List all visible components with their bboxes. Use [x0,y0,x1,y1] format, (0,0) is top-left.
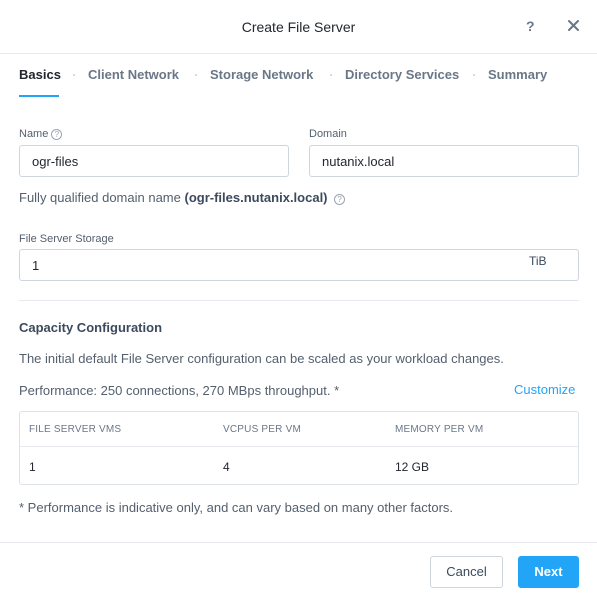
table-header: FILE SERVER VMS VCPUS PER VM MEMORY PER … [20,412,578,447]
help-icon[interactable]: ? [526,18,542,36]
storage-label: File Server Storage [19,233,114,245]
name-label-wrap: Name? [19,128,63,140]
domain-label: Domain [309,128,347,140]
fqdn-text: Fully qualified domain name (ogr-files.n… [19,190,346,205]
name-input[interactable] [19,145,289,177]
active-tab-indicator [19,95,59,97]
tab-separator [195,74,197,76]
column-header: FILE SERVER VMS [29,424,122,435]
wizard-tabs: Basics Client Network Storage Network Di… [0,54,597,98]
tab-client-network[interactable]: Client Network [88,67,179,82]
fqdn-prefix: Fully qualified domain name [19,190,181,205]
dialog-title: Create File Server [241,19,356,35]
cell-file-server-vms: 1 [29,460,36,474]
tab-summary[interactable]: Summary [488,67,547,82]
cell-vcpus-per-vm: 4 [223,460,230,474]
performance-text: Performance: 250 connections, 270 MBps t… [19,383,340,398]
section-divider [19,300,579,301]
customize-link[interactable]: Customize [514,382,575,397]
column-header: VCPUS PER VM [223,424,301,435]
tab-separator [330,74,332,76]
storage-unit: TiB [529,254,547,268]
performance-footnote: * Performance is indicative only, and ca… [19,500,454,515]
capacity-table: FILE SERVER VMS VCPUS PER VM MEMORY PER … [19,411,579,485]
cancel-button[interactable]: Cancel [430,556,503,588]
name-help-icon[interactable]: ? [51,129,63,140]
dialog-header: Create File Server ? [0,0,597,54]
fqdn-value: (ogr-files.nutanix.local) [184,190,328,205]
fqdn-help-icon[interactable]: ? [334,194,346,205]
capacity-description: The initial default File Server configur… [19,351,504,366]
close-icon[interactable] [565,16,583,36]
next-button[interactable]: Next [518,556,579,588]
tab-storage-network[interactable]: Storage Network [210,67,313,82]
capacity-title: Capacity Configuration [19,320,163,335]
tab-separator [473,74,475,76]
tab-separator [73,74,75,76]
tab-directory-services[interactable]: Directory Services [345,67,459,82]
name-label: Name [19,128,49,140]
domain-input[interactable] [309,145,579,177]
column-header: MEMORY PER VM [395,424,484,435]
storage-input[interactable] [19,249,579,281]
cell-memory-per-vm: 12 GB [395,460,430,474]
tab-basics[interactable]: Basics [19,67,61,82]
dialog-footer: Cancel Next [0,542,597,597]
